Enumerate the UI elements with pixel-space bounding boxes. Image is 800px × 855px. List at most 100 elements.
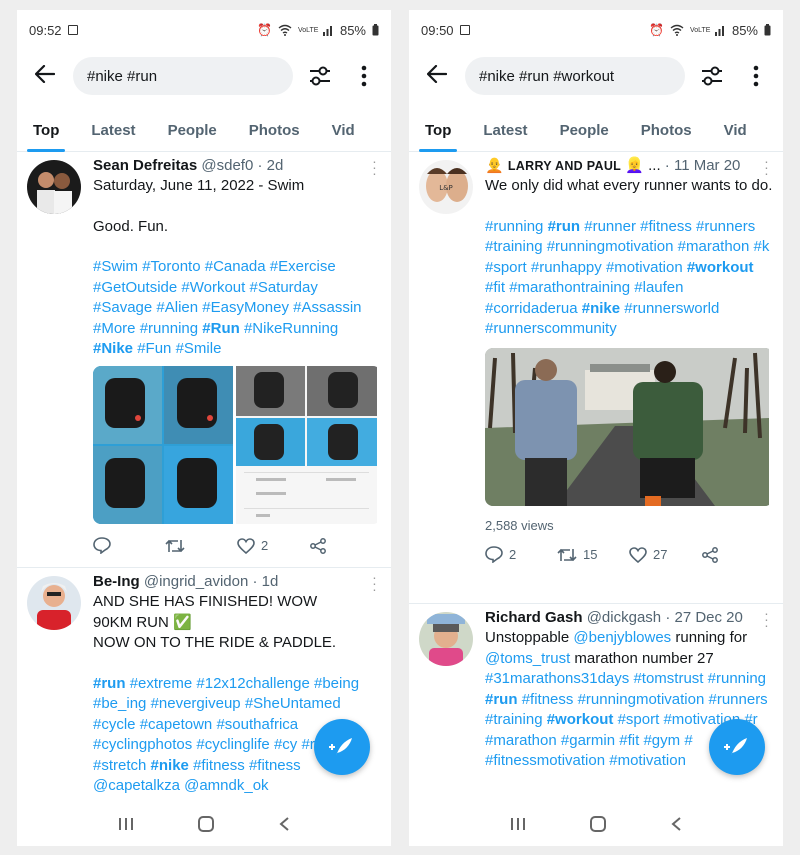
hashtag[interactable]: #Swim [93, 258, 138, 275]
hashtag[interactable]: #run [93, 675, 126, 692]
hashtag[interactable]: #Workout [181, 279, 245, 296]
hashtag[interactable]: #workout [687, 259, 754, 276]
tweet-menu-icon[interactable]: · · · [763, 606, 769, 632]
author-handle[interactable]: @ingrid_avidon [144, 573, 248, 590]
hashtag[interactable]: # [684, 732, 692, 749]
tweet-menu-icon[interactable]: · · · [371, 154, 377, 180]
hashtag[interactable]: #Savage [93, 299, 152, 316]
author-handle[interactable]: @dickgash [587, 609, 661, 626]
hashtag[interactable]: #cycle [93, 716, 136, 733]
hashtag[interactable]: #sport [485, 259, 527, 276]
hashtag[interactable]: #extreme [130, 675, 193, 692]
author-name[interactable]: LARRY AND PAUL [508, 159, 621, 173]
tweet-menu-icon[interactable]: · · · [763, 154, 769, 180]
tab-photos[interactable]: Photos [625, 122, 708, 151]
hashtag[interactable]: #EasyMoney [202, 299, 289, 316]
hashtag[interactable]: #runners [708, 691, 767, 708]
hashtag[interactable]: #fitness [522, 691, 574, 708]
hashtag[interactable]: #running [708, 670, 766, 687]
overflow-menu-icon[interactable] [347, 65, 381, 87]
hashtag[interactable]: #laufen [634, 279, 683, 296]
home-icon[interactable] [197, 815, 215, 833]
hashtag[interactable]: #runningmotivation [578, 691, 705, 708]
hashtag[interactable]: #marathontraining [509, 279, 630, 296]
hashtag[interactable]: #cyclinglife [196, 736, 269, 753]
hashtag[interactable]: #motivation [606, 259, 683, 276]
hashtag[interactable]: #fitness [640, 218, 692, 235]
tab-people[interactable]: People [544, 122, 625, 151]
hashtag[interactable]: #sport [618, 711, 660, 728]
hashtag[interactable]: #cy [274, 736, 297, 753]
search-input[interactable]: #nike #run #workout [465, 57, 685, 95]
hashtag[interactable]: #training [485, 238, 543, 255]
hashtag[interactable]: #nike [151, 757, 189, 774]
recents-icon[interactable] [510, 816, 526, 832]
hashtag[interactable]: #runner [584, 218, 636, 235]
tab-top[interactable]: Top [409, 122, 467, 152]
hashtag[interactable]: #cyclingphotos [93, 736, 192, 753]
like-button[interactable]: 27 [629, 546, 701, 563]
mention[interactable]: @toms_trust [485, 650, 570, 667]
tweet[interactable]: Sean Defreitas @sdef0 · 2d · · · Saturday,… [17, 152, 391, 568]
hashtag[interactable]: #Run [202, 320, 240, 337]
hashtag[interactable]: #GetOutside [93, 279, 177, 296]
hashtag[interactable]: #Toronto [142, 258, 200, 275]
author-name[interactable]: Be-Ing [93, 573, 140, 590]
hashtag[interactable]: #motivation [609, 752, 686, 769]
like-button[interactable]: 2 [237, 537, 309, 554]
avatar[interactable]: L&P [419, 160, 473, 214]
tab-latest[interactable]: Latest [75, 122, 151, 151]
compose-tweet-button[interactable] [709, 719, 765, 775]
reply-button[interactable] [93, 537, 165, 554]
hashtag[interactable]: #Alien [156, 299, 198, 316]
tab-latest[interactable]: Latest [467, 122, 543, 151]
hashtag[interactable]: #marathon [678, 238, 750, 255]
hashtag[interactable]: #capetown [140, 716, 213, 733]
hashtag[interactable]: #31marathons31days [485, 670, 629, 687]
hashtag[interactable]: #workout [547, 711, 614, 728]
mention-text[interactable]: @capetalkza @amndk_ok [93, 777, 269, 794]
tweet-media[interactable] [93, 365, 381, 524]
hashtag[interactable]: #runningmotivation [547, 238, 674, 255]
hashtag[interactable]: #running [485, 218, 543, 235]
hashtag[interactable]: #runnersworld [624, 300, 719, 317]
hashtag[interactable]: #run [485, 691, 518, 708]
avatar[interactable] [27, 576, 81, 630]
reply-button[interactable]: 2 [485, 546, 557, 563]
hashtag[interactable]: #More [93, 320, 136, 337]
hashtag[interactable]: #Saturday [249, 279, 317, 296]
avatar[interactable] [419, 612, 473, 666]
hashtag[interactable]: #Smile [176, 340, 222, 357]
hashtag[interactable]: #runnerscommunity [485, 320, 617, 337]
hashtag[interactable]: #SheUntamed [245, 695, 341, 712]
hashtag[interactable]: #Assassin [293, 299, 361, 316]
tab-videos[interactable]: Vid [316, 122, 371, 151]
hashtag[interactable]: #tomstrust [633, 670, 703, 687]
retweet-button[interactable]: 15 [557, 547, 629, 563]
home-icon[interactable] [589, 815, 607, 833]
retweet-button[interactable] [165, 538, 237, 554]
hashtag[interactable]: #garmin [561, 732, 615, 749]
hashtag[interactable]: #fit [619, 732, 639, 749]
hashtag[interactable]: #nevergiveup [151, 695, 241, 712]
hashtag[interactable]: #Canada [205, 258, 266, 275]
author-name[interactable]: Sean Defreitas [93, 157, 197, 174]
tweet-menu-icon[interactable]: · · · [371, 570, 377, 596]
hashtag[interactable]: #Nike [93, 340, 133, 357]
tab-photos[interactable]: Photos [233, 122, 316, 151]
hashtag[interactable]: #running [140, 320, 198, 337]
hashtag[interactable]: #be_ing [93, 695, 146, 712]
hashtag[interactable]: #12x12challenge [196, 675, 309, 692]
tweet[interactable]: L&P 🧑‍🦲 LARRY AND PAUL 👱‍♀️ ... · 11 Mar… [409, 152, 783, 604]
nav-back-icon[interactable] [278, 816, 290, 832]
tab-top[interactable]: Top [17, 122, 75, 152]
recents-icon[interactable] [118, 816, 134, 832]
hashtag[interactable]: #runners [696, 218, 755, 235]
avatar[interactable] [27, 160, 81, 214]
hashtag[interactable]: #stretch [93, 757, 146, 774]
share-button[interactable] [309, 537, 381, 554]
author-handle[interactable]: @sdef0 [201, 157, 253, 174]
hashtag[interactable]: #run [548, 218, 581, 235]
back-arrow-icon[interactable] [27, 62, 63, 90]
hashtag[interactable]: #fitnessmotivation [485, 752, 605, 769]
